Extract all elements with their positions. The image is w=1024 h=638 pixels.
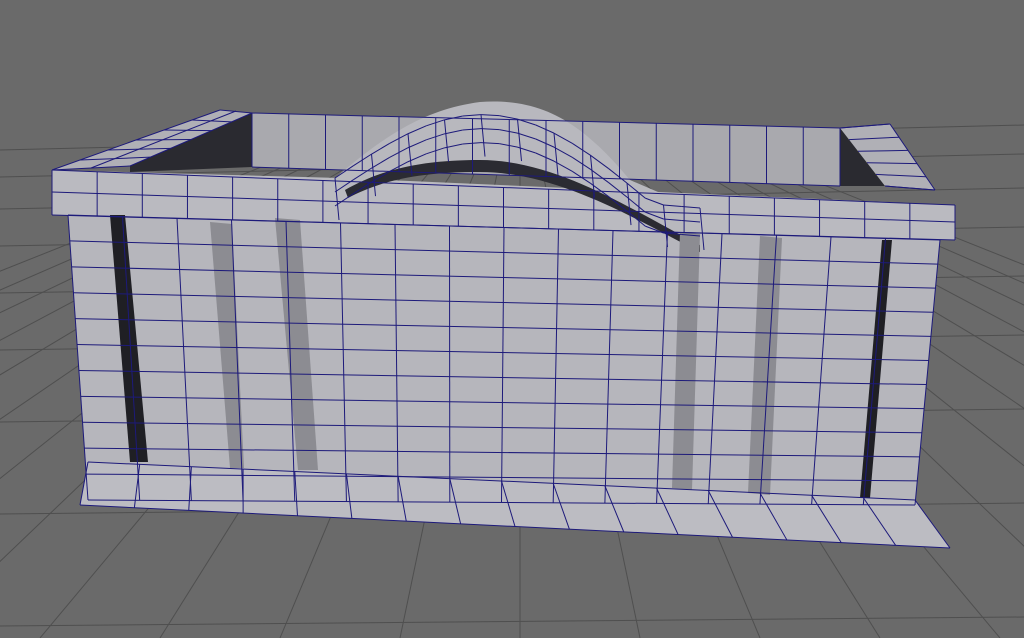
grid-line-horizontal [0,616,1024,627]
planter-mesh[interactable] [51,101,956,549]
viewport-scene[interactable] [0,0,1024,638]
3d-viewport[interactable] [0,0,1024,638]
